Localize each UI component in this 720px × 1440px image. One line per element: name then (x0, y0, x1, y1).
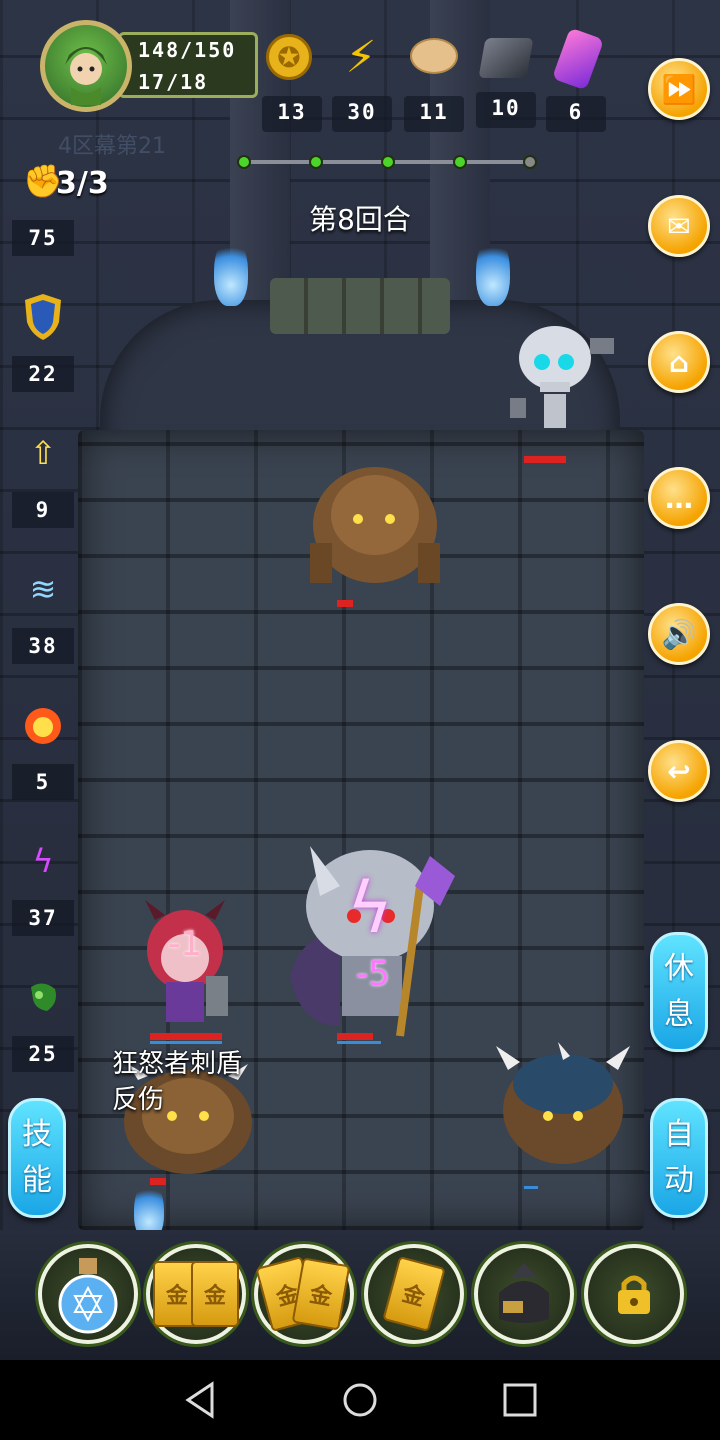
item-slot-locked[interactable] (584, 1244, 684, 1344)
speaker-icon: 🔊 (661, 617, 697, 651)
skeleton-hp-bar (524, 456, 566, 463)
lightning-icon: ⚡ (345, 31, 377, 83)
undo-icon: ↩ (667, 754, 691, 788)
skeleton-enemy[interactable] (500, 318, 620, 452)
resource-ore-value: 10 (491, 96, 521, 120)
resource-gold-value: 13 (277, 100, 307, 124)
stat-attack-value: 75 (12, 220, 74, 256)
resource-bread-value: 11 (419, 100, 449, 124)
stat-lightning-value: 37 (12, 900, 74, 936)
mail-button[interactable]: ✉ (648, 195, 710, 257)
progress-dot-pending (523, 155, 537, 169)
home-icon: ⌂ (668, 345, 690, 379)
bag-icon (499, 1263, 549, 1323)
home-button[interactable]: ⌂ (648, 331, 710, 393)
demon-girl-icon (145, 900, 228, 1022)
blue-flame-left (214, 236, 248, 306)
armored-mage-mp-bar (337, 1041, 381, 1044)
poison-icon (18, 972, 68, 1022)
progress-dot-done (237, 155, 251, 169)
stat-defense-value: 22 (12, 356, 74, 392)
hero-portrait-icon (65, 47, 107, 105)
demon-girl-hp-bar (150, 1033, 222, 1040)
player-avatar[interactable] (40, 20, 132, 112)
mud-golem-enemy[interactable] (290, 455, 460, 594)
damage-number-left: -1 (168, 924, 202, 964)
rest-button-label-1: 休 (664, 951, 694, 986)
gold-bar-icon: 金 (191, 1261, 239, 1327)
stat-water-value: 38 (12, 628, 74, 664)
item-slot-gold-1[interactable]: 金 金 (146, 1244, 246, 1344)
progress-dot-done (309, 155, 323, 169)
bread-icon (410, 38, 458, 74)
spiked-golem-icon (496, 1042, 630, 1164)
fire-icon (18, 700, 68, 750)
horned-golem-right[interactable] (488, 1040, 638, 1174)
stat-poison-value: 25 (12, 1036, 74, 1072)
holy-arrow-icon: ⇧ (29, 434, 57, 472)
progress-dot-done (381, 155, 395, 169)
armored-mage-hp-bar (337, 1033, 373, 1040)
auto-button[interactable]: 自 动 (650, 1098, 708, 1218)
lock-icon (618, 1275, 650, 1314)
home-nav-icon[interactable] (340, 1380, 380, 1420)
gold-bar-icon: 金 (382, 1255, 446, 1333)
recents-icon[interactable] (500, 1380, 540, 1420)
shield-icon (18, 292, 68, 342)
chat-button[interactable]: … (648, 467, 710, 529)
sound-button[interactable]: 🔊 (648, 603, 710, 665)
gold-coin-icon: ✪ (266, 34, 312, 80)
skill-button[interactable]: 技 能 (8, 1098, 66, 1218)
player-hp: 148/150 (138, 38, 237, 62)
gold-bar-icon: 金 (291, 1257, 351, 1331)
demon-girl-mp-bar (150, 1041, 222, 1044)
skill-button-label-2: 能 (22, 1163, 52, 1198)
blue-flame-right (476, 236, 510, 306)
damage-number-center: -5 (356, 954, 390, 994)
potion-icon (58, 1258, 118, 1334)
horned-golem-left-hp-bar (150, 1178, 166, 1185)
mud-golem-icon (310, 467, 440, 583)
buff-text-line2: 反伤 (112, 1085, 165, 1115)
round-label: 第8回合 (309, 203, 411, 236)
skill-button-label-1: 技 (22, 1117, 52, 1152)
wave-icon: ≋ (29, 570, 57, 608)
progress-dot-done (453, 155, 467, 169)
back-icon[interactable] (182, 1380, 222, 1420)
buff-text: 狂怒者刺盾 反伤 (112, 1046, 242, 1118)
mail-icon: ✉ (667, 209, 691, 243)
resource-energy-value: 30 (347, 100, 377, 124)
chat-icon: … (665, 481, 693, 515)
item-slot-potion[interactable] (38, 1244, 138, 1344)
item-slot-gold-3[interactable]: 金 (364, 1244, 464, 1344)
ore-icon (478, 38, 534, 78)
resource-crystal-value: 6 (568, 100, 584, 124)
fast-forward-button[interactable]: ⏩ (648, 58, 710, 120)
lightning-effect-icon: ϟ (346, 867, 394, 949)
buff-text-line1: 狂怒者刺盾 (112, 1049, 243, 1079)
arch-stones (270, 278, 450, 334)
rest-button-label-2: 息 (664, 997, 694, 1032)
rest-button[interactable]: 休 息 (650, 932, 708, 1052)
item-slot-bag[interactable] (474, 1244, 574, 1344)
item-slot-gold-2[interactable]: 金 金 (254, 1244, 354, 1344)
action-count: 3/3 (56, 166, 109, 201)
fast-forward-icon: ⏩ (661, 72, 697, 106)
skeleton-icon (510, 326, 614, 428)
auto-button-label-2: 动 (664, 1163, 694, 1198)
auto-button-label-1: 自 (664, 1117, 694, 1152)
stat-fire-value: 5 (12, 764, 74, 800)
stat-holy-value: 9 (12, 492, 74, 528)
zone-watermark: 4区幕第21 (58, 134, 166, 159)
purple-lightning-icon: ϟ (32, 842, 54, 880)
undo-button[interactable]: ↩ (648, 740, 710, 802)
demon-girl-hero[interactable] (130, 900, 240, 1034)
mud-golem-hp-bar (337, 600, 353, 607)
horned-golem-right-mp-bar (524, 1186, 538, 1189)
player-level-progress: 17/18 (138, 70, 209, 94)
